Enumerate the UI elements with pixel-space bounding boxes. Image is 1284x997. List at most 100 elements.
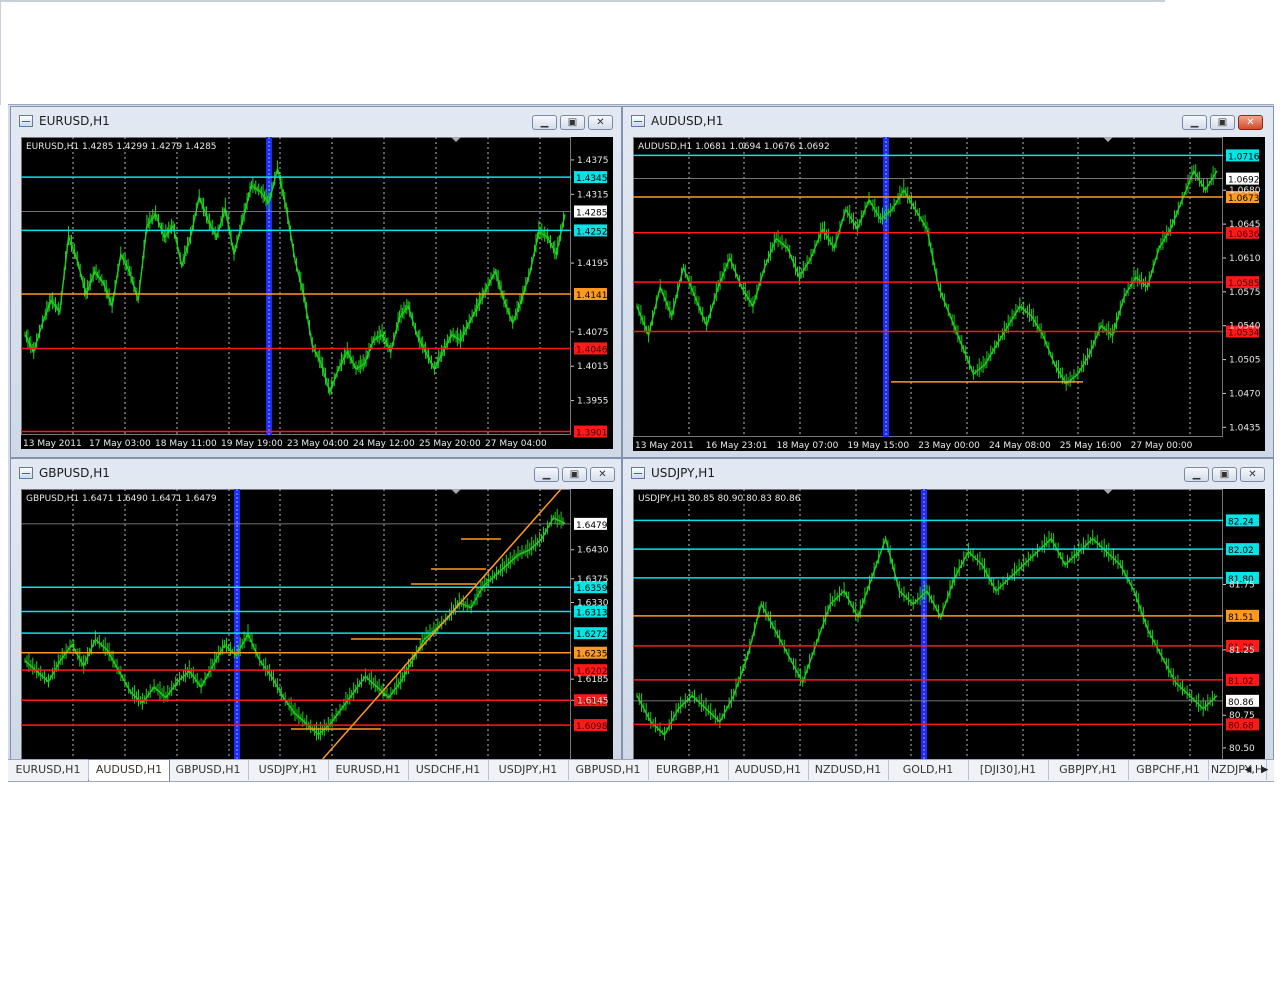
tab-audusd-h1[interactable]: AUDUSD,H1 [88,759,170,781]
window-titlebar[interactable]: AUDUSD,H1 ▁ ▣ ✕ [623,107,1273,135]
axis-date-label: 25 May 20:00 [419,439,481,449]
axis-price-label: 1.6375 [577,575,609,585]
window-title: USDJPY,H1 [651,466,715,480]
axis-date-label: 24 May 12:00 [353,439,415,449]
tab-audusd-h1[interactable]: AUDUSD,H1 [728,760,809,780]
level-price-label: 1.0716 [1228,152,1260,162]
chart-window-icon [631,467,645,479]
minimize-button[interactable]: ▁ [1184,467,1209,482]
chart-window-usdjpy[interactable]: USDJPY,H1 ▁ ▣ ✕ 82.24 82.02 81.80 81.51 81.2… [622,458,1274,761]
axis-price-label: 1.0505 [1229,356,1261,366]
axis-price-label: 1.0645 [1229,220,1261,230]
axis-price-label: 1.0435 [1229,423,1261,433]
window-titlebar[interactable]: EURUSD,H1 ▁ ▣ ✕ [11,107,621,135]
minimize-button[interactable]: ▁ [1182,115,1207,130]
close-button[interactable]: ✕ [590,467,615,482]
restore-button[interactable]: ▣ [1212,467,1237,482]
scroll-left-icon[interactable]: ◀ [1241,760,1255,780]
axis-date-label: 25 May 16:00 [1060,441,1122,451]
restore-button[interactable]: ▣ [560,115,585,130]
axis-date-label: 18 May 07:00 [777,441,839,451]
level-price-label: 1.6235 [576,650,608,660]
restore-button[interactable]: ▣ [562,467,587,482]
level-price-label: 80.68 [1228,721,1254,731]
axis-price-label: 1.4195 [577,259,609,269]
close-button[interactable]: ✕ [1238,115,1263,130]
price-chart[interactable]: 1.63591.63131.62721.62351.62021.61451.60… [21,489,613,761]
chart-window-icon [19,467,33,479]
chart-window-audusd[interactable]: AUDUSD,H1 ▁ ▣ ✕ 1.0716 1.0673 1.0636 1.0585… [622,106,1274,458]
level-price-label: 1.0636 [1228,230,1260,240]
level-price-label: 81.02 [1228,677,1254,687]
axis-price-label: 1.0610 [1229,254,1261,264]
tab-gbpusd-h1[interactable]: GBPUSD,H1 [168,760,249,780]
axis-price-label: 80.75 [1229,711,1255,721]
chart-background [633,137,1265,451]
tab-gbpusd-h1[interactable]: GBPUSD,H1 [568,760,649,780]
bid-price-label: 1.0692 [1228,176,1260,186]
window-title: GBPUSD,H1 [39,466,110,480]
axis-price-label: 1.0540 [1229,322,1261,332]
axis-date-label: 17 May 03:00 [89,439,151,449]
scroll-right-icon[interactable]: ▶ [1258,760,1272,780]
axis-price-label: 1.0575 [1229,288,1261,298]
chart-window-eurusd[interactable]: EURUSD,H1 ▁ ▣ ✕ 1.4345 1.4252 1.4141 1.4046… [10,106,622,458]
minimize-button[interactable]: ▁ [532,115,557,130]
tab-eurusd-h1[interactable]: EURUSD,H1 [328,760,409,780]
price-chart[interactable]: 82.2482.0281.8081.5181.2881.0280.6880.86… [633,489,1265,761]
close-button[interactable]: ✕ [1240,467,1265,482]
chart-tab-bar: NZDJPY,H GBPCHF,H1 GBPJPY,H1 [DJI30],H1 GOLD… [8,759,1274,782]
level-price-label: 1.4252 [576,227,608,237]
window-title: AUDUSD,H1 [651,114,724,128]
level-price-label: 1.4046 [576,345,608,355]
top-border [0,0,1165,2]
tab-eurgbp-h1[interactable]: EURGBP,H1 [648,760,729,780]
chart-window-icon [631,115,645,127]
axis-price-label: 1.6145 [577,696,609,706]
mdi-workspace: EURUSD,H1 ▁ ▣ ✕ 1.4345 1.4252 1.4141 1.4046… [8,104,1274,761]
tab-usdchf-h1[interactable]: USDCHF,H1 [408,760,489,780]
axis-date-label: 27 May 04:00 [485,439,547,449]
level-price-label: 1.6313 [576,609,608,619]
tab-gbpjpy-h1[interactable]: GBPJPY,H1 [1048,760,1129,780]
tab-nzdusd-h1[interactable]: NZDUSD,H1 [808,760,889,780]
axis-price-label: 81.25 [1229,646,1255,656]
level-price-label: 1.4141 [576,291,608,301]
tab-gbpchf-h1[interactable]: GBPCHF,H1 [1128,760,1209,780]
restore-button[interactable]: ▣ [1210,115,1235,130]
axis-price-label: 1.4075 [577,328,609,338]
price-chart[interactable]: 1.4345 1.4252 1.4141 1.4046 1.3901 1.4285 1.43… [21,137,613,449]
bid-price-label: 80.86 [1228,698,1254,708]
chart-window-gbpusd[interactable]: GBPUSD,H1 ▁ ▣ ✕ 1.6359 1.6313 1.6272 1.6235… [10,458,622,761]
window-titlebar[interactable]: GBPUSD,H1 ▁ ▣ ✕ [11,459,621,487]
tab-gold-h1[interactable]: GOLD,H1 [888,760,969,780]
window-titlebar[interactable]: USDJPY,H1 ▁ ▣ ✕ [623,459,1273,487]
axis-price-label: 1.0470 [1229,389,1261,399]
axis-date-label: 19 May 15:00 [847,441,909,451]
axis-price-label: 1.4375 [577,156,609,166]
level-price-label: 82.02 [1228,546,1254,556]
tab-usdjpy-h1[interactable]: USDJPY,H1 [488,760,569,780]
tab-eurusd-h1[interactable]: EURUSD,H1 [8,760,89,780]
level-price-label: 81.51 [1228,613,1254,623]
axis-price-label: 1.6430 [577,546,609,556]
axis-price-label: 1.4015 [577,362,609,372]
close-button[interactable]: ✕ [588,115,613,130]
chart-info-ohlc: USDJPY,H1 80.85 80.90 80.83 80.86 [638,494,801,504]
chart-info-ohlc: GBPUSD,H1 1.6471 1.6490 1.6471 1.6479 [26,494,217,504]
axis-date-label: 19 May 19:00 [221,439,283,449]
tab-usdjpy-h1[interactable]: USDJPY,H1 [248,760,329,780]
window-title: EURUSD,H1 [39,114,110,128]
bid-price-label: 1.4285 [576,209,608,219]
axis-date-label: 23 May 04:00 [287,439,349,449]
level-price-label: 1.3901 [576,429,608,439]
chart-background [633,489,1265,761]
axis-price-label: 81.75 [1229,580,1255,590]
chart-window-icon [19,115,33,127]
chart-info-ohlc: EURUSD,H1 1.4285 1.4299 1.4279 1.4285 [26,142,217,152]
axis-date-label: 18 May 11:00 [155,439,217,449]
axis-date-label: 16 May 23:01 [706,441,768,451]
minimize-button[interactable]: ▁ [534,467,559,482]
tab--dji30-h1[interactable]: [DJI30],H1 [968,760,1049,780]
price-chart[interactable]: 1.07161.06731.06361.05851.05341.06921.06… [633,137,1265,451]
